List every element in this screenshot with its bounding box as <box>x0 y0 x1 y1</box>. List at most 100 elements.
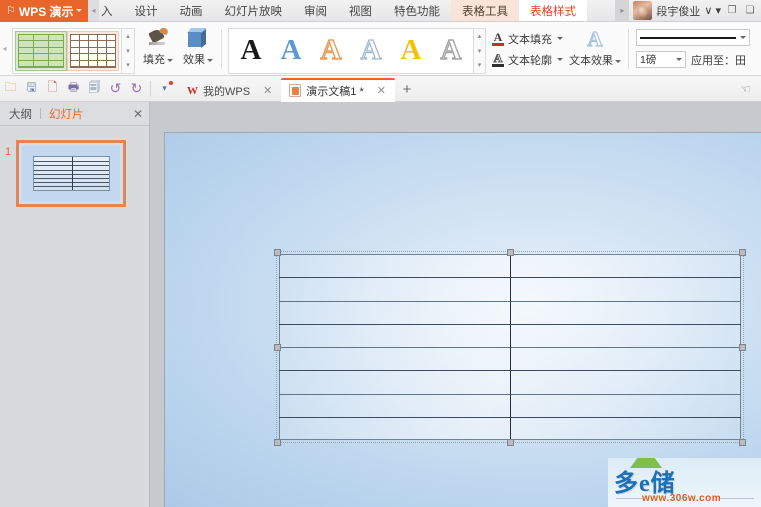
line-style-preview-icon <box>640 36 736 39</box>
text-fill-caret-icon[interactable] <box>557 37 563 40</box>
wordart-scroll-up-icon[interactable]: ▴ <box>474 29 485 44</box>
wordart-style-outline-orange[interactable]: A <box>311 30 351 72</box>
doc-tab-presentation1[interactable]: 演示文稿1 * ✕ <box>281 77 395 102</box>
paint-bucket-icon <box>146 26 170 49</box>
menu-scroll-left-icon[interactable]: ◂ <box>88 0 99 21</box>
user-name-label[interactable]: 段宇俊业 <box>656 3 700 19</box>
slide-number: 1 <box>5 146 12 158</box>
hand-pointer-icon[interactable]: ☜ <box>735 78 756 99</box>
text-effect-button[interactable]: A 文本效果 <box>565 22 625 75</box>
slide-surface[interactable] <box>165 133 761 507</box>
presentation-file-icon <box>289 84 302 97</box>
doc-tab-presentation1-close[interactable]: ✕ <box>377 84 386 97</box>
close-panel-icon[interactable]: ✕ <box>133 107 143 121</box>
open-icon[interactable]: 🗀 <box>0 78 21 99</box>
wordart-style-solid-gold[interactable]: A <box>391 30 431 72</box>
table-style-more-icon[interactable]: ▾ <box>122 58 134 73</box>
resize-handle-ne[interactable] <box>739 249 746 256</box>
wordart-style-outline-white[interactable]: A <box>351 30 391 72</box>
user-caret-icon[interactable]: ∨ ▾ <box>704 4 721 17</box>
menu-tab-table-tools[interactable]: 表格工具 <box>451 0 519 21</box>
restore-icon[interactable]: ❐ <box>725 4 739 18</box>
wordart-scroll-down-icon[interactable]: ▾ <box>474 43 485 58</box>
resize-handle-s[interactable] <box>507 439 514 446</box>
menu-tab-features[interactable]: 特色功能 <box>383 0 451 21</box>
thumb-column-divider <box>71 157 73 190</box>
menu-bar-right: ▸ 段宇俊业 ∨ ▾ ❐ ❏ <box>615 0 761 22</box>
undo-icon[interactable]: ↺ <box>105 78 126 99</box>
effect-caret-icon <box>207 58 213 62</box>
text-effect-caret-icon <box>615 59 621 63</box>
resize-handle-sw[interactable] <box>274 439 281 446</box>
list-item[interactable]: 1 <box>0 140 149 207</box>
ribbon-collapse-icon[interactable]: ◂ <box>0 22 9 75</box>
wordart-style-solid-blue[interactable]: A <box>271 30 311 72</box>
save-icon[interactable]: 🖫 <box>21 78 42 99</box>
table-style-green[interactable] <box>15 30 67 71</box>
avatar[interactable] <box>633 1 653 20</box>
line-weight-caret-icon[interactable] <box>676 58 682 61</box>
wps-logo-label: WPS 演示 <box>18 4 74 19</box>
slide-thumbnail-canvas <box>22 146 120 201</box>
text-fill-button[interactable]: A 文本填充 <box>491 31 563 47</box>
menu-tab-design[interactable]: 设计 <box>124 0 169 21</box>
wordart-style-outline-gray[interactable]: A <box>431 30 471 72</box>
menu-tab-view[interactable]: 视图 <box>338 0 383 21</box>
plain-table-thumb-icon <box>70 33 116 68</box>
text-fill-icon: A <box>491 31 505 46</box>
document-tab-bar: W 我的WPS ✕ 演示文稿1 * ✕ + <box>179 76 419 102</box>
resize-handle-n[interactable] <box>507 249 514 256</box>
redo-icon[interactable]: ↻ <box>126 78 147 99</box>
resize-handle-e[interactable] <box>739 344 746 351</box>
tab-slides[interactable]: 幻灯片 <box>46 106 87 122</box>
line-style-select[interactable] <box>636 29 750 46</box>
text-outline-caret-icon[interactable] <box>557 58 563 61</box>
menu-tab-review[interactable]: 审阅 <box>293 0 338 21</box>
wordart-gallery: A A A A A A <box>228 27 474 74</box>
selection-frame <box>276 251 744 443</box>
slide-thumbnail[interactable] <box>16 140 126 207</box>
wps-presentation-window: ⚐ WPS 演示 ◂ 入 设计 动画 幻灯片放映 审阅 视图 特色功能 表格工具… <box>0 0 761 507</box>
line-style-caret-icon[interactable] <box>740 36 746 39</box>
print-icon[interactable]: 🖶 <box>63 78 84 99</box>
quick-access-right: ☜ <box>735 78 761 99</box>
text-outline-button[interactable]: A 文本轮廓 <box>491 51 563 68</box>
table-style-plain[interactable] <box>67 30 119 71</box>
minimize-icon[interactable]: ❏ <box>743 4 757 18</box>
wordart-more-icon[interactable]: ▾ <box>474 58 485 73</box>
menu-tab-slideshow[interactable]: 幻灯片放映 <box>214 0 294 21</box>
customize-qa-icon[interactable]: ▾ <box>154 78 175 99</box>
table-style-scroll-up-icon[interactable]: ▴ <box>122 29 134 44</box>
resize-handle-nw[interactable] <box>274 249 281 256</box>
new-tab-button[interactable]: + <box>395 78 419 102</box>
print-preview-icon[interactable]: 🗐 <box>84 78 105 99</box>
wordart-style-solid-black[interactable]: A <box>231 30 271 72</box>
slide-navigator-header: 大纲 幻灯片 ✕ <box>0 102 149 126</box>
menu-tab-table-styles[interactable]: 表格样式 <box>519 0 587 21</box>
resize-handle-w[interactable] <box>274 344 281 351</box>
fill-button[interactable]: 填充 <box>138 22 178 72</box>
ribbon-toolbar: ◂ ▴ ▾ ▾ 填充 效果 A A A A A A ▴ ▾ ▾ A 文本填充 A… <box>0 22 761 76</box>
table-object[interactable] <box>274 249 746 446</box>
line-weight-value: 1磅 <box>640 54 657 66</box>
line-settings-group: 1磅 应用至：田 <box>632 22 754 75</box>
logo-caret-icon[interactable] <box>76 9 82 12</box>
menu-tab-animation[interactable]: 动画 <box>169 0 214 21</box>
wps-flag-icon: ⚐ <box>6 4 16 17</box>
resize-handle-se[interactable] <box>739 439 746 446</box>
text-effect-label: 文本效果 <box>569 55 613 67</box>
ribbon-divider-2 <box>628 28 629 69</box>
green-table-thumb-icon <box>18 33 64 68</box>
menu-tab-insert[interactable]: 入 <box>99 0 124 21</box>
ribbon-divider-1 <box>221 28 222 69</box>
wps-logo[interactable]: ⚐ WPS 演示 <box>0 0 88 22</box>
doc-tab-my-wps[interactable]: W 我的WPS ✕ <box>179 80 281 102</box>
line-weight-select[interactable]: 1磅 <box>636 51 686 68</box>
wordart-styles-group: A A A A A A ▴ ▾ ▾ <box>225 22 489 76</box>
tab-outline[interactable]: 大纲 <box>6 106 35 122</box>
menu-scroll-right-icon[interactable]: ▸ <box>615 0 630 22</box>
export-pdf-icon[interactable]: 🗋 <box>42 78 63 99</box>
table-style-scroll-down-icon[interactable]: ▾ <box>122 43 134 58</box>
effect-button[interactable]: 效果 <box>178 22 218 72</box>
doc-tab-my-wps-close[interactable]: ✕ <box>263 84 272 97</box>
